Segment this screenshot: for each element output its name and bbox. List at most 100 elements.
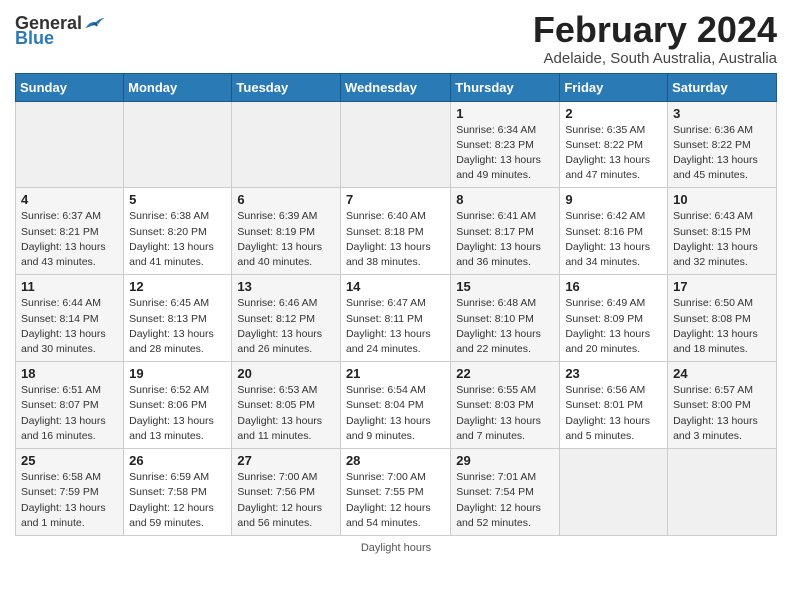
day-number: 10: [673, 192, 771, 207]
day-detail: Sunrise: 7:01 AM Sunset: 7:54 PM Dayligh…: [456, 470, 554, 531]
weekday-header-wednesday: Wednesday: [340, 73, 450, 101]
calendar-cell: 24 Sunrise: 6:57 AM Sunset: 8:00 PM Dayli…: [668, 362, 777, 449]
logo-bird-icon: [84, 14, 106, 32]
calendar-cell: 1Sunrise: 6:34 AM Sunset: 8:23 PM Daylig…: [451, 101, 560, 188]
day-detail: Sunrise: 6:36 AM Sunset: 8:22 PM Dayligh…: [673, 123, 771, 184]
day-detail: Sunrise: 6:59 AM Sunset: 7:58 PM Dayligh…: [129, 470, 226, 531]
day-number: 23: [565, 366, 662, 381]
page-title: February 2024: [533, 10, 777, 50]
calendar-cell: 2 Sunrise: 6:35 AM Sunset: 8:22 PM Daylig…: [560, 101, 668, 188]
calendar-table: SundayMondayTuesdayWednesdayThursdayFrid…: [15, 73, 777, 536]
day-detail: Sunrise: 6:48 AM Sunset: 8:10 PM Dayligh…: [456, 296, 554, 357]
day-detail: Sunrise: 6:58 AM Sunset: 7:59 PM Dayligh…: [21, 470, 118, 531]
day-number: 24: [673, 366, 771, 381]
calendar-cell: 12 Sunrise: 6:45 AM Sunset: 8:13 PM Dayli…: [124, 275, 232, 362]
calendar-cell: 27 Sunrise: 7:00 AM Sunset: 7:56 PM Dayli…: [232, 449, 341, 536]
calendar-cell: 15 Sunrise: 6:48 AM Sunset: 8:10 PM Dayli…: [451, 275, 560, 362]
calendar-cell: 17 Sunrise: 6:50 AM Sunset: 8:08 PM Dayli…: [668, 275, 777, 362]
day-detail: Sunrise: 6:44 AM Sunset: 8:14 PM Dayligh…: [21, 296, 118, 357]
day-detail: Sunrise: 6:52 AM Sunset: 8:06 PM Dayligh…: [129, 383, 226, 444]
day-number: 28: [346, 453, 445, 468]
day-number: 4: [21, 192, 118, 207]
calendar-cell: [232, 101, 341, 188]
day-detail: Sunrise: 6:41 AM Sunset: 8:17 PM Dayligh…: [456, 209, 554, 270]
day-number: 18: [21, 366, 118, 381]
calendar-cell: 25 Sunrise: 6:58 AM Sunset: 7:59 PM Dayli…: [16, 449, 124, 536]
calendar-cell: 29 Sunrise: 7:01 AM Sunset: 7:54 PM Dayli…: [451, 449, 560, 536]
logo-blue-text: Blue: [15, 28, 54, 49]
day-detail: Sunrise: 6:54 AM Sunset: 8:04 PM Dayligh…: [346, 383, 445, 444]
day-number: 15: [456, 279, 554, 294]
day-number: 2: [565, 106, 662, 121]
calendar-cell: 9Sunrise: 6:42 AM Sunset: 8:16 PM Daylig…: [560, 188, 668, 275]
calendar-cell: [340, 101, 450, 188]
day-number: 26: [129, 453, 226, 468]
day-detail: Sunrise: 6:45 AM Sunset: 8:13 PM Dayligh…: [129, 296, 226, 357]
calendar-cell: 16Sunrise: 6:49 AM Sunset: 8:09 PM Dayli…: [560, 275, 668, 362]
weekday-header-monday: Monday: [124, 73, 232, 101]
day-detail: Sunrise: 6:38 AM Sunset: 8:20 PM Dayligh…: [129, 209, 226, 270]
calendar-cell: 23 Sunrise: 6:56 AM Sunset: 8:01 PM Dayli…: [560, 362, 668, 449]
calendar-cell: 8 Sunrise: 6:41 AM Sunset: 8:17 PM Daylig…: [451, 188, 560, 275]
footer-note: Daylight hours: [15, 542, 777, 554]
day-number: 11: [21, 279, 118, 294]
calendar-cell: [560, 449, 668, 536]
calendar-cell: 14 Sunrise: 6:47 AM Sunset: 8:11 PM Dayli…: [340, 275, 450, 362]
day-detail: Sunrise: 6:53 AM Sunset: 8:05 PM Dayligh…: [237, 383, 335, 444]
weekday-header-tuesday: Tuesday: [232, 73, 341, 101]
calendar-cell: [668, 449, 777, 536]
calendar-cell: 21 Sunrise: 6:54 AM Sunset: 8:04 PM Dayli…: [340, 362, 450, 449]
calendar-cell: 20 Sunrise: 6:53 AM Sunset: 8:05 PM Dayli…: [232, 362, 341, 449]
page-header: General Blue February 2024 Adelaide, Sou…: [15, 10, 777, 67]
day-number: 16: [565, 279, 662, 294]
day-number: 3: [673, 106, 771, 121]
calendar-cell: [124, 101, 232, 188]
page-subtitle: Adelaide, South Australia, Australia: [533, 50, 777, 67]
calendar-cell: 6Sunrise: 6:39 AM Sunset: 8:19 PM Daylig…: [232, 188, 341, 275]
title-block: February 2024 Adelaide, South Australia,…: [533, 10, 777, 67]
day-number: 8: [456, 192, 554, 207]
day-number: 25: [21, 453, 118, 468]
day-detail: Sunrise: 6:37 AM Sunset: 8:21 PM Dayligh…: [21, 209, 118, 270]
day-detail: Sunrise: 7:00 AM Sunset: 7:56 PM Dayligh…: [237, 470, 335, 531]
day-detail: Sunrise: 6:47 AM Sunset: 8:11 PM Dayligh…: [346, 296, 445, 357]
day-detail: Sunrise: 6:43 AM Sunset: 8:15 PM Dayligh…: [673, 209, 771, 270]
day-number: 7: [346, 192, 445, 207]
day-detail: Sunrise: 6:35 AM Sunset: 8:22 PM Dayligh…: [565, 123, 662, 184]
day-detail: Sunrise: 6:39 AM Sunset: 8:19 PM Dayligh…: [237, 209, 335, 270]
day-detail: Sunrise: 6:40 AM Sunset: 8:18 PM Dayligh…: [346, 209, 445, 270]
weekday-header-friday: Friday: [560, 73, 668, 101]
weekday-header-saturday: Saturday: [668, 73, 777, 101]
day-number: 27: [237, 453, 335, 468]
day-number: 13: [237, 279, 335, 294]
weekday-header-thursday: Thursday: [451, 73, 560, 101]
day-number: 14: [346, 279, 445, 294]
calendar-cell: 18 Sunrise: 6:51 AM Sunset: 8:07 PM Dayli…: [16, 362, 124, 449]
day-number: 22: [456, 366, 554, 381]
day-detail: Sunrise: 6:51 AM Sunset: 8:07 PM Dayligh…: [21, 383, 118, 444]
day-number: 19: [129, 366, 226, 381]
calendar-cell: 26 Sunrise: 6:59 AM Sunset: 7:58 PM Dayli…: [124, 449, 232, 536]
day-detail: Sunrise: 6:56 AM Sunset: 8:01 PM Dayligh…: [565, 383, 662, 444]
calendar-cell: 3 Sunrise: 6:36 AM Sunset: 8:22 PM Daylig…: [668, 101, 777, 188]
day-number: 12: [129, 279, 226, 294]
calendar-cell: 4 Sunrise: 6:37 AM Sunset: 8:21 PM Daylig…: [16, 188, 124, 275]
day-number: 17: [673, 279, 771, 294]
calendar-cell: 11 Sunrise: 6:44 AM Sunset: 8:14 PM Dayli…: [16, 275, 124, 362]
day-detail: Sunrise: 6:57 AM Sunset: 8:00 PM Dayligh…: [673, 383, 771, 444]
calendar-cell: [16, 101, 124, 188]
day-detail: Sunrise: 6:50 AM Sunset: 8:08 PM Dayligh…: [673, 296, 771, 357]
day-number: 29: [456, 453, 554, 468]
calendar-cell: 5 Sunrise: 6:38 AM Sunset: 8:20 PM Daylig…: [124, 188, 232, 275]
day-number: 5: [129, 192, 226, 207]
day-detail: Sunrise: 6:34 AM Sunset: 8:23 PM Dayligh…: [456, 123, 554, 184]
calendar-cell: 22 Sunrise: 6:55 AM Sunset: 8:03 PM Dayli…: [451, 362, 560, 449]
day-number: 9: [565, 192, 662, 207]
calendar-cell: 28Sunrise: 7:00 AM Sunset: 7:55 PM Dayli…: [340, 449, 450, 536]
weekday-header-sunday: Sunday: [16, 73, 124, 101]
calendar-cell: 10 Sunrise: 6:43 AM Sunset: 8:15 PM Dayli…: [668, 188, 777, 275]
day-number: 21: [346, 366, 445, 381]
calendar-cell: 13Sunrise: 6:46 AM Sunset: 8:12 PM Dayli…: [232, 275, 341, 362]
day-number: 20: [237, 366, 335, 381]
day-detail: Sunrise: 6:55 AM Sunset: 8:03 PM Dayligh…: [456, 383, 554, 444]
